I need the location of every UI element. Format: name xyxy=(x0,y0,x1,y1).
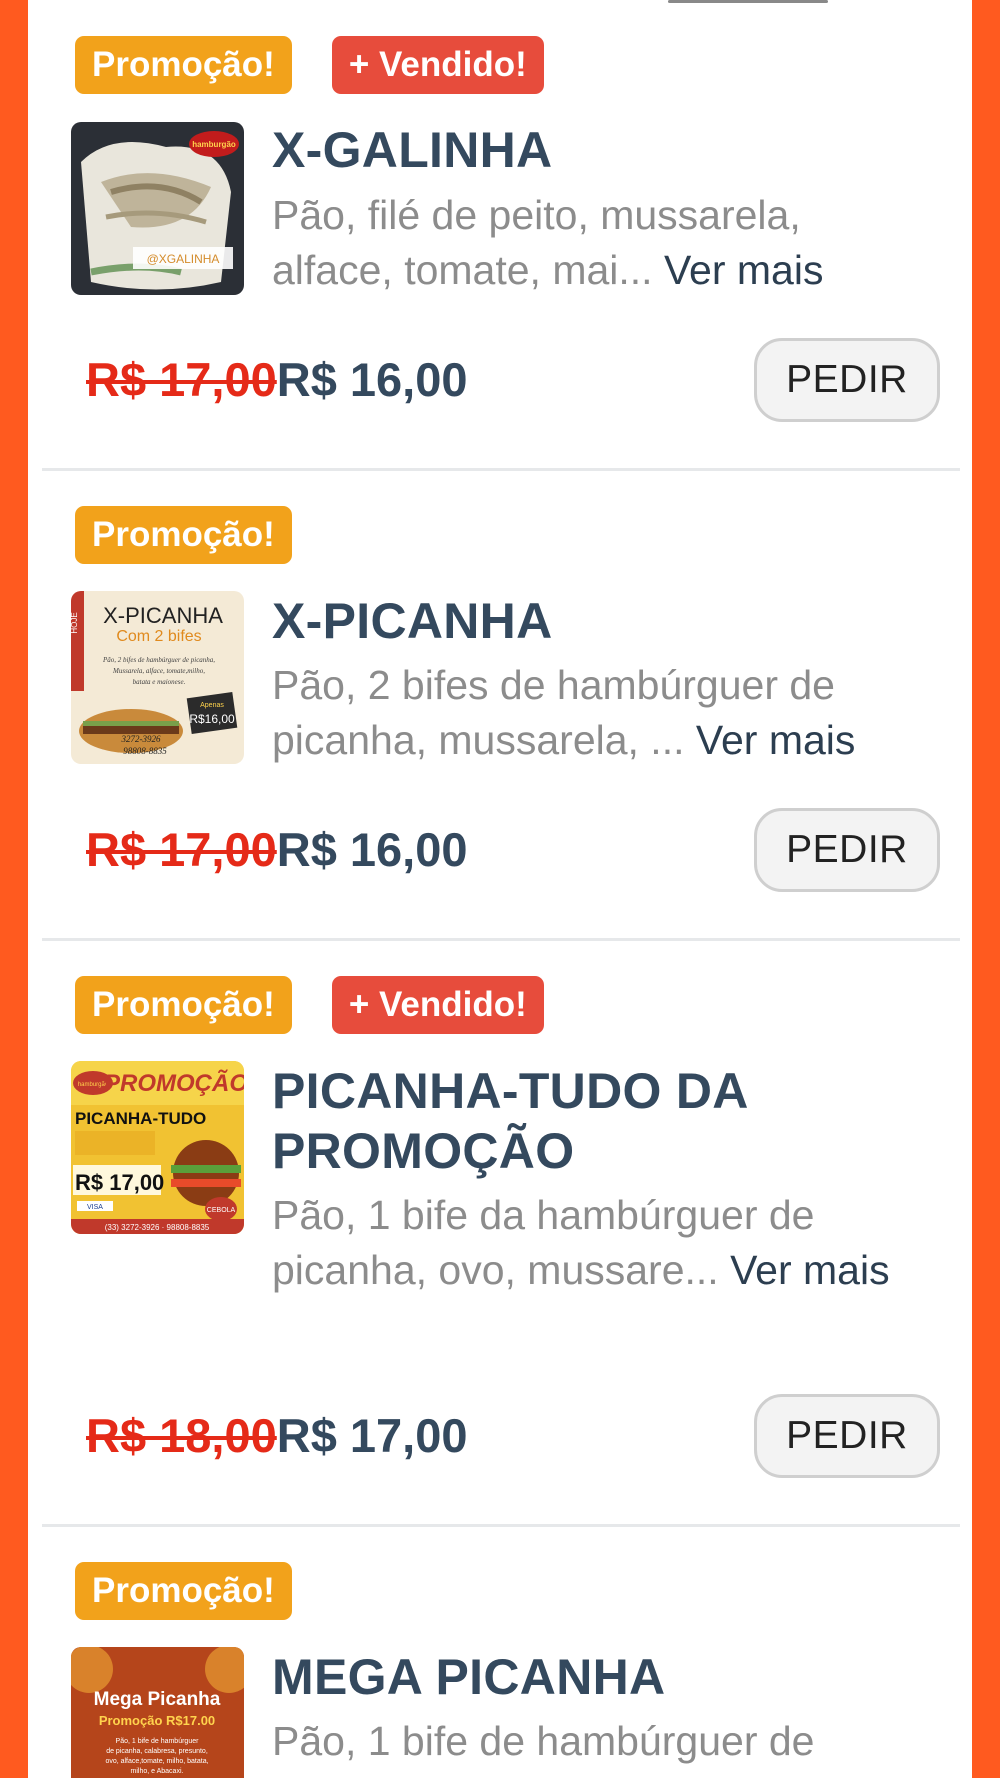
product-description: Pão, filé de peito, mussarela, alface, t… xyxy=(272,188,912,298)
picanha-tudo-flyer: hamburgão PROMOÇÃO PICANHA-TUDO R$ 17,00… xyxy=(71,1061,244,1234)
product-name[interactable]: X-PICANHA xyxy=(272,591,912,651)
badge-group: Promoção! + Vendido! xyxy=(75,36,544,94)
product-image[interactable]: hamburgão @XGALINHA xyxy=(71,122,244,295)
image-desc-line-2: de picanha, calabresa, presunto, xyxy=(106,1748,208,1755)
image-desc-line-1: Pão, 2 bifes de hambúrguer de picanha, xyxy=(102,656,215,664)
best-seller-badge: + Vendido! xyxy=(331,36,544,94)
menu-list: Promoção! + Vendido! hamburgão @XGALINHA… xyxy=(28,0,972,1778)
price-row: R$ 17,00R$ 16,00 xyxy=(86,350,468,410)
image-title-text: X-PICANHA xyxy=(103,603,223,628)
current-price: R$ 17,00 xyxy=(276,1409,468,1462)
menu-item-picanha-tudo: Promoção! + Vendido! hamburgão PROMOÇÃO … xyxy=(28,940,972,1526)
current-price: R$ 16,00 xyxy=(276,353,468,406)
see-more-link[interactable]: Ver mais xyxy=(696,717,856,763)
product-image[interactable]: HOJE X-PICANHA Com 2 bifes Pão, 2 bifes … xyxy=(71,591,244,764)
badge-group: Promoção! xyxy=(75,506,292,564)
menu-item-x-galinha: Promoção! + Vendido! hamburgão @XGALINHA… xyxy=(28,0,972,470)
badge-group: Promoção! xyxy=(75,1562,292,1620)
image-desc-line-1: Pão, 1 bife de hambúrguer xyxy=(116,1738,200,1745)
product-image[interactable]: hamburgão PROMOÇÃO PICANHA-TUDO R$ 17,00… xyxy=(71,1061,244,1234)
image-desc-line-4: milho, e Abacaxi. xyxy=(131,1768,184,1775)
image-logo-text: hamburgão xyxy=(192,140,236,149)
image-cebola-text: CEBOLA xyxy=(207,1207,236,1214)
image-phone-text: (33) 3272-3926 · 98808-8835 xyxy=(105,1223,210,1232)
old-price: R$ 17,00 xyxy=(86,353,277,406)
menu-item-mega-picanha: Promoção! Mega Picanha Promoção R$17.00 … xyxy=(28,1526,972,1778)
description-text: Pão, 1 bife de hambúrguer de xyxy=(272,1718,815,1764)
product-name[interactable]: MEGA PICANHA xyxy=(272,1647,912,1707)
current-price: R$ 16,00 xyxy=(276,823,468,876)
see-more-link[interactable]: Ver mais xyxy=(664,247,824,293)
order-button[interactable]: PEDIR xyxy=(754,1394,940,1478)
x-picanha-flyer: HOJE X-PICANHA Com 2 bifes Pão, 2 bifes … xyxy=(71,591,244,764)
product-description: Pão, 2 bifes de hambúrguer de picanha, m… xyxy=(272,658,912,768)
order-button[interactable]: PEDIR xyxy=(754,338,940,422)
image-price-text: R$16,00 xyxy=(189,712,235,726)
product-description: Pão, 1 bife da hambúrguer de picanha, ov… xyxy=(272,1188,912,1298)
see-more-link[interactable]: Ver mais xyxy=(730,1247,890,1293)
badge-group: Promoção! + Vendido! xyxy=(75,976,544,1034)
promo-badge: Promoção! xyxy=(75,976,292,1034)
product-description: Pão, 1 bife de hambúrguer de xyxy=(272,1714,912,1769)
price-row: R$ 17,00R$ 16,00 xyxy=(86,820,468,880)
product-name[interactable]: X-GALINHA xyxy=(272,120,912,180)
image-title-text: PICANHA-TUDO xyxy=(75,1109,206,1128)
image-hoje-text: HOJE xyxy=(71,612,79,633)
image-tag-text: @XGALINHA xyxy=(147,252,220,266)
image-phone-1: 3272-3926 xyxy=(121,734,161,744)
product-name[interactable]: PICANHA-TUDO DA PROMOÇÃO xyxy=(272,1061,912,1181)
image-desc-line-3: batata e maionese. xyxy=(133,678,186,686)
old-price: R$ 17,00 xyxy=(86,823,277,876)
image-desc-line-3: ovo, alface,tomate, milho, batata, xyxy=(105,1758,208,1765)
menu-item-x-picanha: Promoção! HOJE X-PICANHA Com 2 bifes Pão… xyxy=(28,470,972,940)
order-button[interactable]: PEDIR xyxy=(754,808,940,892)
mega-picanha-flyer: Mega Picanha Promoção R$17.00 Pão, 1 bif… xyxy=(71,1647,244,1778)
image-apenas-text: Apenas xyxy=(200,702,224,709)
image-phone-2: 98808-8835 xyxy=(123,746,167,756)
promo-badge: Promoção! xyxy=(75,1562,292,1620)
image-promo-text: Promoção R$17.00 xyxy=(99,1713,215,1728)
promo-badge: Promoção! xyxy=(75,36,292,94)
promo-badge: Promoção! xyxy=(75,506,292,564)
image-subtitle-text: Com 2 bifes xyxy=(116,628,201,645)
x-galinha-photo: hamburgão @XGALINHA xyxy=(71,122,244,295)
price-row: R$ 18,00R$ 17,00 xyxy=(86,1406,468,1466)
image-desc-line-2: Mussarela, alface, tomate,milho, xyxy=(112,667,205,675)
image-price-text: R$ 17,00 xyxy=(75,1170,164,1195)
old-price: R$ 18,00 xyxy=(86,1409,277,1462)
image-visa-text: VISA xyxy=(87,1204,103,1211)
product-image[interactable]: Mega Picanha Promoção R$17.00 Pão, 1 bif… xyxy=(71,1647,244,1778)
best-seller-badge: + Vendido! xyxy=(331,976,544,1034)
image-promo-text: PROMOÇÃO xyxy=(104,1069,244,1097)
image-title-text: Mega Picanha xyxy=(94,1689,221,1710)
